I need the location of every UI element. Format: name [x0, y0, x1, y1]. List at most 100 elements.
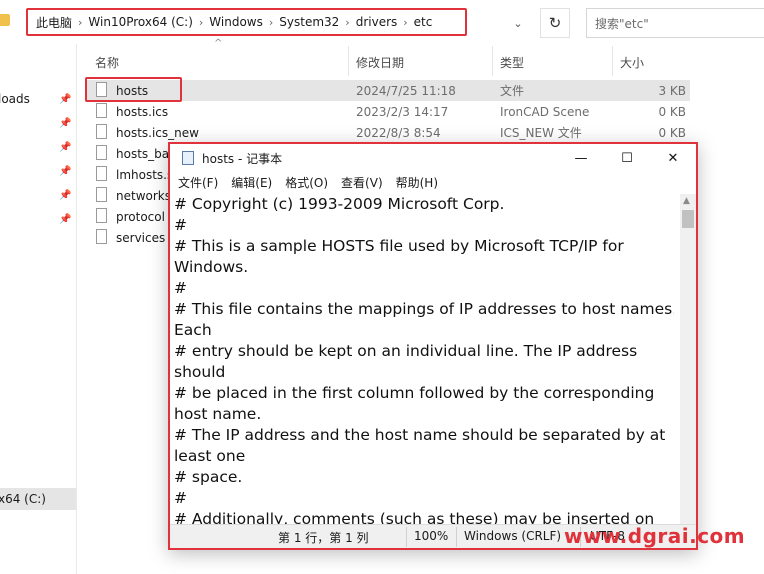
address-bar[interactable]: 此电脑 › Win10Prox64 (C:) › Windows › Syste…: [26, 8, 467, 36]
file-icon: [96, 208, 107, 223]
file-date: 2023/2/3 14:17: [356, 104, 449, 119]
pin-icon: 📌: [59, 141, 72, 153]
watermark: www.dgrai.com: [564, 524, 746, 548]
file-icon: [96, 124, 107, 139]
file-size: 3 KB: [658, 83, 686, 98]
window-title: hosts - 记事本: [202, 152, 283, 166]
file-row[interactable]: hosts.ics 2023/2/3 14:17 IronCAD Scene 0…: [86, 101, 690, 122]
file-date: 2024/7/25 11:18: [356, 83, 456, 98]
close-icon: ✕: [667, 150, 679, 166]
column-divider[interactable]: [492, 46, 493, 76]
scrollbar-thumb[interactable]: [682, 210, 694, 228]
chevron-right-icon[interactable]: ›: [78, 16, 82, 29]
column-divider[interactable]: [348, 46, 349, 76]
chevron-right-icon[interactable]: ›: [345, 16, 349, 29]
maximize-icon: ☐: [621, 150, 633, 166]
breadcrumb-drive[interactable]: Win10Prox64 (C:): [88, 15, 192, 29]
nav-item[interactable]: 📌: [0, 112, 76, 134]
notepad-window[interactable]: hosts - 记事本 — ☐ ✕ 文件(F) 编辑(E) 格式(O) 查看(V…: [168, 142, 698, 550]
vertical-scrollbar[interactable]: ▲: [680, 194, 696, 524]
chevron-right-icon[interactable]: ›: [403, 16, 407, 29]
text-line: #: [174, 216, 187, 234]
text-line: host name.: [174, 405, 262, 423]
menu-view[interactable]: 查看(V): [333, 174, 388, 194]
text-line: # This file contains the mappings of IP …: [174, 300, 674, 318]
highlight-box: [85, 77, 182, 102]
pin-icon: 📌: [59, 93, 72, 105]
breadcrumb-etc[interactable]: etc: [414, 15, 433, 29]
menu-edit[interactable]: 编辑(E): [223, 174, 277, 194]
column-header-size[interactable]: 大小: [620, 50, 644, 74]
nav-item-drive-c[interactable]: x64 (C:): [0, 488, 76, 510]
nav-item-label: x64 (C:): [0, 492, 46, 506]
menu-help[interactable]: 帮助(H): [388, 174, 443, 194]
notepad-title-bar[interactable]: hosts - 记事本 — ☐ ✕: [170, 144, 696, 172]
chevron-right-icon[interactable]: ›: [269, 16, 273, 29]
notepad-menu-bar: 文件(F) 编辑(E) 格式(O) 查看(V) 帮助(H): [170, 174, 443, 194]
search-input[interactable]: 搜索"etc": [586, 8, 764, 38]
folder-icon: [0, 14, 10, 26]
file-size: 0 KB: [658, 104, 686, 119]
column-header-name[interactable]: 名称: [95, 50, 119, 74]
minimize-icon: —: [574, 150, 588, 166]
text-line: should: [174, 363, 226, 381]
text-line: # Copyright (c) 1993-2009 Microsoft Corp…: [174, 195, 505, 213]
nav-item-downloads[interactable]: loads 📌: [0, 88, 76, 110]
minimize-button[interactable]: —: [558, 144, 604, 172]
breadcrumb-drivers[interactable]: drivers: [356, 15, 398, 29]
column-header-type-label: 类型: [500, 55, 525, 70]
breadcrumb-windows[interactable]: Windows: [209, 15, 263, 29]
file-row[interactable]: hosts.ics_new 2022/8/3 8:54 ICS_NEW 文件 0…: [86, 122, 690, 143]
text-editor-area[interactable]: # Copyright (c) 1993-2009 Microsoft Corp…: [174, 194, 674, 524]
menu-file[interactable]: 文件(F): [170, 174, 223, 194]
refresh-icon: ↻: [548, 14, 562, 32]
text-line: least one: [174, 447, 246, 465]
text-line: Each: [174, 321, 212, 339]
status-line-ending: Windows (CRLF): [464, 529, 562, 543]
menu-format[interactable]: 格式(O): [277, 174, 333, 194]
text-line: # be placed in the first column followed…: [174, 384, 655, 402]
file-date: 2022/8/3 8:54: [356, 125, 441, 140]
text-line: # space.: [174, 468, 243, 486]
text-line: #: [174, 489, 187, 507]
text-line: # This is a sample HOSTS file used by Mi…: [174, 237, 624, 255]
file-name: services: [116, 230, 166, 245]
explorer-toolbar: 此电脑 › Win10Prox64 (C:) › Windows › Syste…: [0, 0, 764, 49]
close-button[interactable]: ✕: [650, 144, 696, 172]
chevron-right-icon[interactable]: ›: [199, 16, 203, 29]
column-header-name-label: 名称: [95, 55, 120, 70]
file-icon: [96, 103, 107, 118]
file-type: 文件: [500, 84, 525, 98]
notepad-icon: [182, 151, 194, 165]
nav-item[interactable]: 📌: [0, 184, 76, 206]
column-header-type[interactable]: 类型: [500, 50, 524, 74]
status-divider: [456, 527, 457, 547]
navigation-pane: loads 📌 📌 📌 📌 📌 📌 x64 (C:): [0, 44, 77, 574]
column-divider[interactable]: [612, 46, 613, 76]
scroll-up-icon[interactable]: ▲: [683, 196, 690, 206]
column-header-date[interactable]: 修改日期: [356, 50, 404, 74]
pin-icon: 📌: [59, 213, 72, 225]
chevron-down-icon[interactable]: ⌄: [505, 10, 531, 36]
file-icon: [96, 229, 107, 244]
pin-icon: 📌: [59, 165, 72, 177]
file-size: 0 KB: [658, 125, 686, 140]
text-line: # The IP address and the host name shoul…: [174, 426, 666, 444]
file-name: lmhosts.s: [116, 167, 174, 182]
maximize-button[interactable]: ☐: [604, 144, 650, 172]
breadcrumb-this-pc[interactable]: 此电脑: [36, 14, 72, 31]
refresh-button[interactable]: ↻: [540, 8, 570, 38]
file-icon: [96, 187, 107, 202]
nav-item[interactable]: 📌: [0, 136, 76, 158]
file-name: hosts_bac: [116, 146, 176, 161]
nav-item[interactable]: 📌: [0, 160, 76, 182]
status-divider: [406, 527, 407, 547]
pin-icon: 📌: [59, 189, 72, 201]
file-icon: [96, 145, 107, 160]
nav-item[interactable]: 📌: [0, 208, 76, 230]
breadcrumb-system32[interactable]: System32: [279, 15, 339, 29]
pin-icon: 📌: [59, 117, 72, 129]
chevron-up-icon[interactable]: ^: [214, 38, 222, 49]
column-header-size-label: 大小: [620, 55, 645, 70]
search-placeholder: 搜索"etc": [595, 16, 649, 31]
